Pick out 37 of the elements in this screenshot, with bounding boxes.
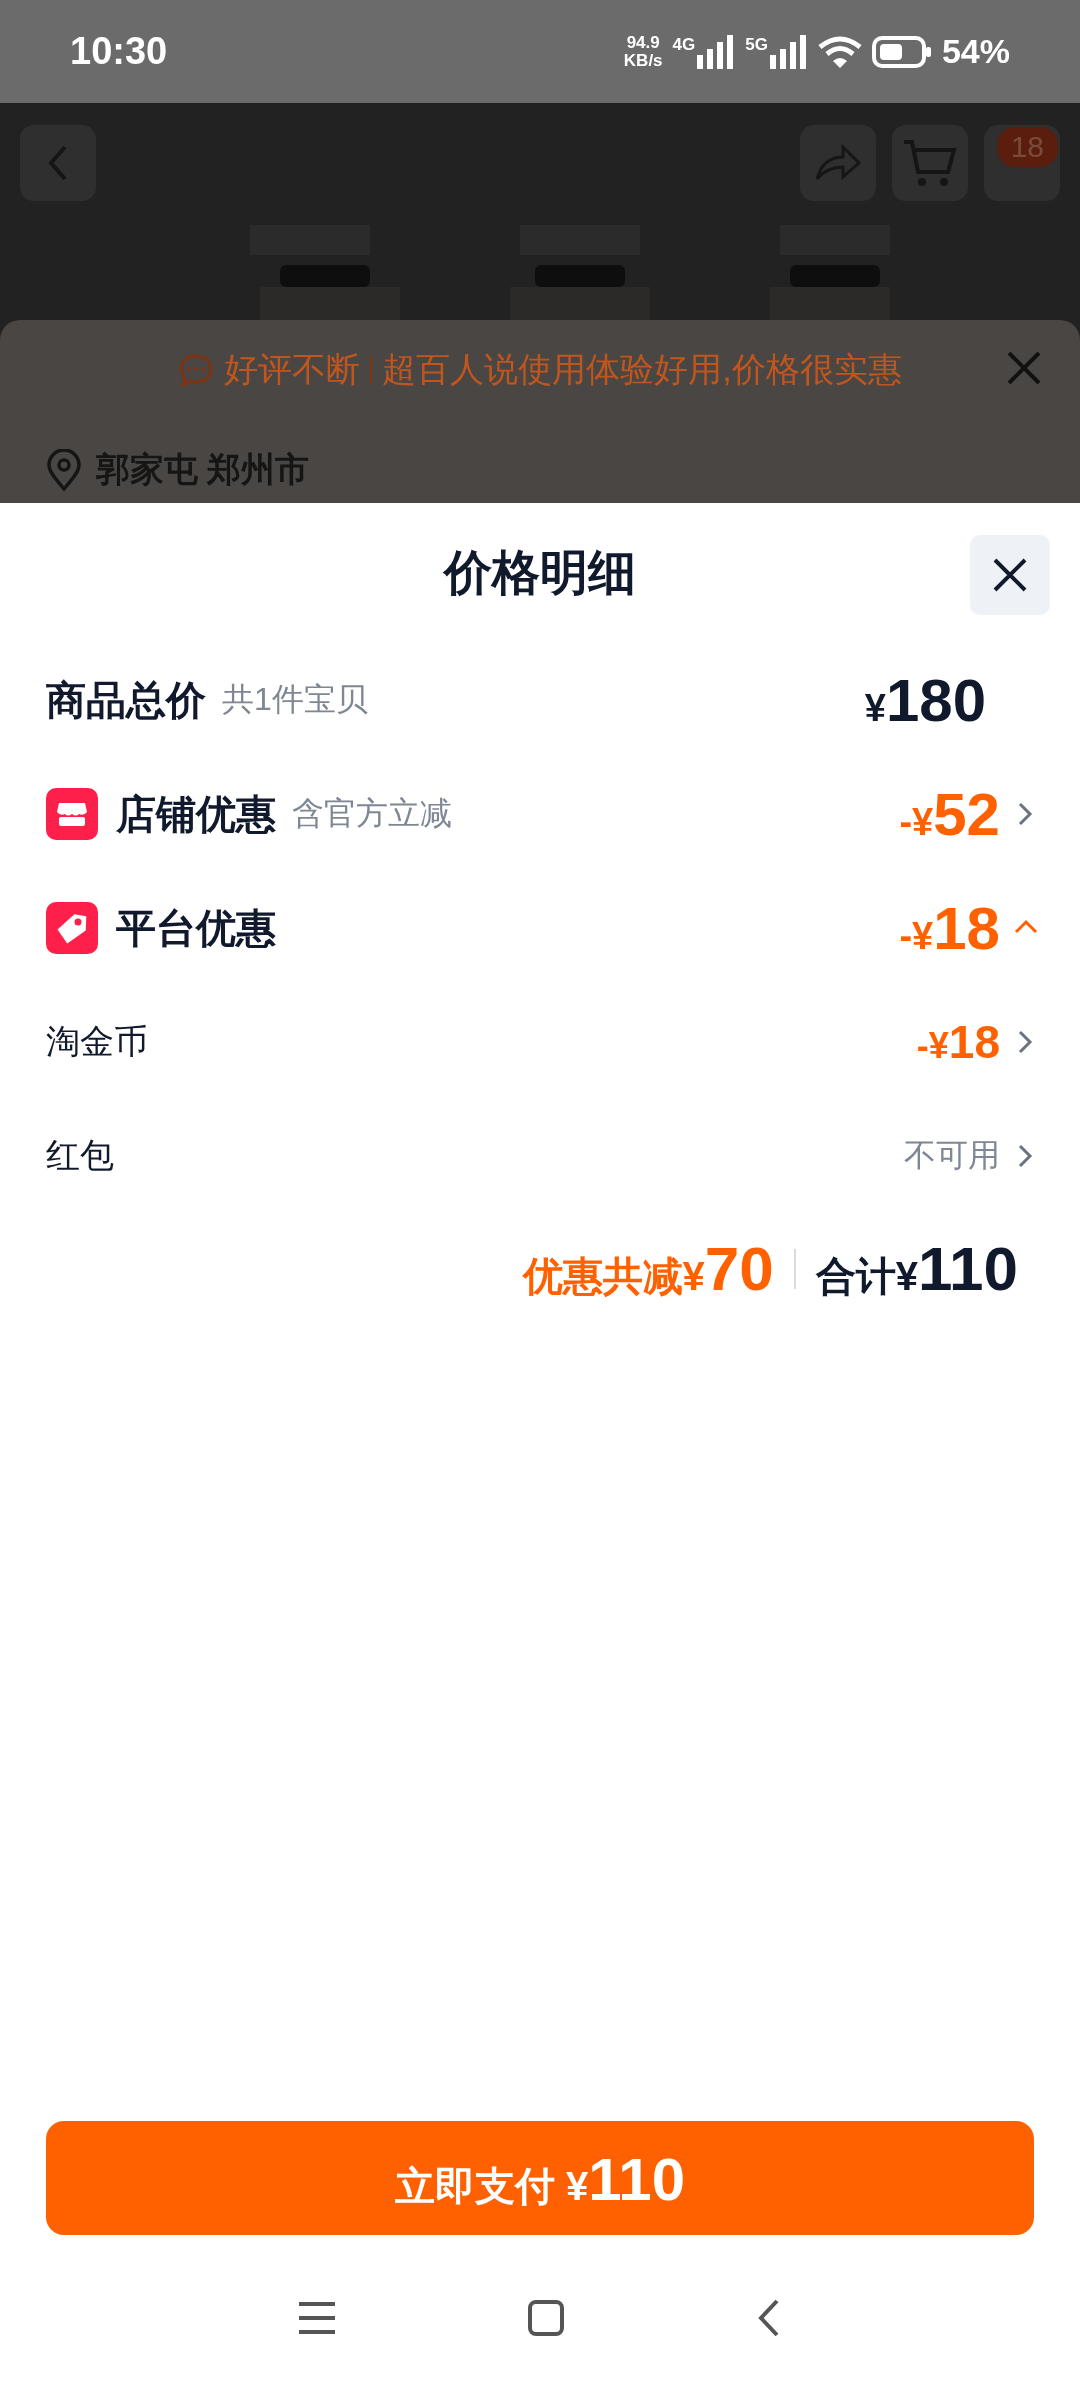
- pay-button[interactable]: 立即支付 ¥110: [46, 2121, 1034, 2235]
- wifi-icon: [817, 34, 862, 69]
- cart-icon: [902, 138, 958, 188]
- menu-icon[interactable]: [297, 2300, 337, 2335]
- row-note: 共1件宝贝: [222, 680, 368, 719]
- sheet-title: 价格明细: [444, 545, 636, 601]
- time: 10:30: [70, 30, 168, 73]
- network-type: 5G: [745, 34, 768, 55]
- network-speed: 94.9: [626, 33, 660, 52]
- close-button[interactable]: [970, 535, 1050, 615]
- row-label: 商品总价: [46, 676, 206, 724]
- discount-amount: -¥52: [899, 779, 1000, 849]
- discount-total: 优惠共减¥70: [522, 1233, 774, 1304]
- home-icon[interactable]: [527, 2298, 565, 2337]
- row-label: 店铺优惠: [116, 790, 276, 838]
- network-type: 4G: [672, 34, 696, 55]
- order-total: 合计¥110: [815, 1233, 1018, 1304]
- chat-bubble-icon: [178, 353, 215, 387]
- battery-icon: [871, 35, 932, 68]
- signal-icon: [769, 34, 808, 69]
- share-icon: [813, 143, 863, 183]
- location-pin-icon: [46, 449, 82, 491]
- status-text: 不可用: [904, 1136, 1000, 1175]
- review-summary: 超百人说使用体验好用,价格很实惠: [382, 349, 902, 390]
- signal-icon: [697, 34, 736, 69]
- store-icon: [46, 788, 98, 840]
- row-label: 红包: [46, 1135, 114, 1176]
- row-label: 平台优惠: [116, 904, 276, 952]
- discount-amount: -¥18: [916, 1015, 1000, 1069]
- tag-icon: [46, 902, 98, 954]
- discount-amount: -¥18: [899, 893, 1000, 963]
- network-speed-unit: KB/s: [623, 51, 663, 70]
- row-note: 含官方立减: [292, 794, 452, 833]
- row-label: 淘金币: [46, 1021, 148, 1062]
- review-tag: 好评不断: [224, 347, 361, 393]
- battery-level: 54%: [941, 32, 1010, 71]
- price-amount: ¥180: [864, 665, 986, 735]
